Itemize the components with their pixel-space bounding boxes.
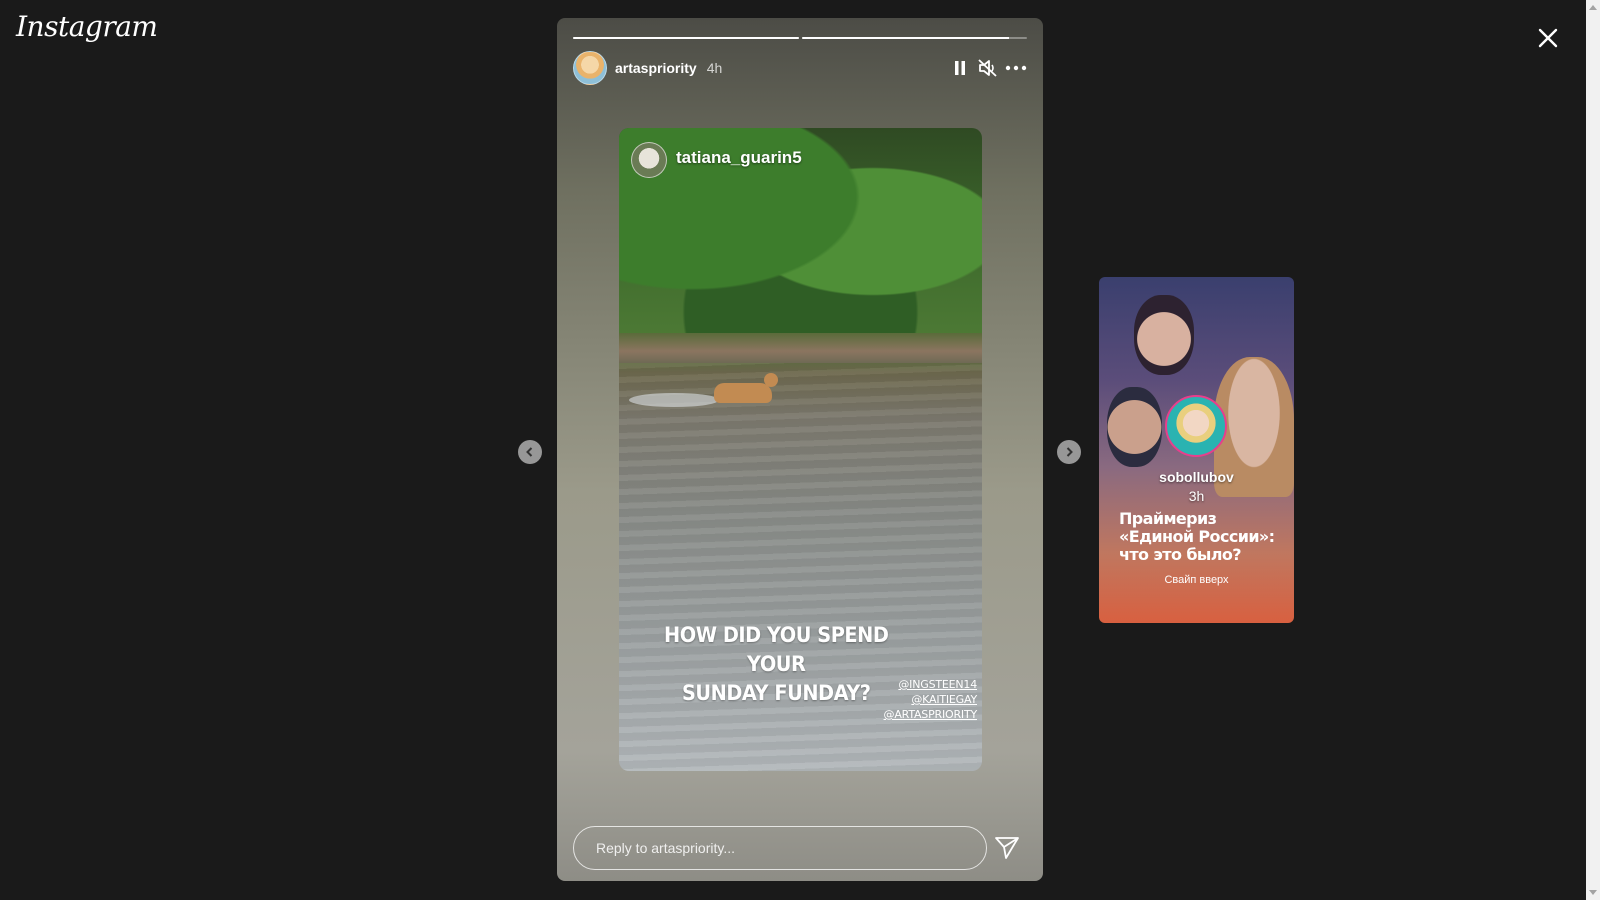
next-story-preview[interactable]: sobollubov 3h Праймериз «Единой России»:… <box>1099 277 1294 623</box>
progress-fill <box>573 37 799 39</box>
progress-segment <box>802 37 1027 39</box>
close-button[interactable] <box>1530 20 1566 56</box>
reply-input[interactable] <box>594 839 978 857</box>
story-timestamp: 4h <box>706 60 723 76</box>
instagram-logo[interactable]: Instagram <box>16 10 158 43</box>
tagged-account-link[interactable]: @KAITIEGAY <box>860 692 977 707</box>
next-story-button[interactable] <box>1057 440 1081 464</box>
send-button[interactable] <box>993 834 1021 862</box>
story-author-avatar[interactable] <box>573 51 607 85</box>
story-viewer[interactable]: artaspriority 4h tatiana_guarin5 HOW DID… <box>557 18 1043 881</box>
preview-person-image <box>1107 387 1162 467</box>
chevron-right-icon <box>1066 447 1073 457</box>
reply-field[interactable] <box>573 826 987 870</box>
scroll-up-arrow-icon[interactable] <box>1589 5 1597 10</box>
story-controls <box>949 57 1027 79</box>
dog-image <box>714 373 778 403</box>
page-scrollbar[interactable] <box>1586 0 1600 900</box>
progress-fill <box>802 37 1009 39</box>
next-story-avatar <box>1165 395 1227 457</box>
scroll-down-arrow-icon[interactable] <box>1589 890 1597 895</box>
story-author-username[interactable]: artaspriority <box>615 60 697 76</box>
close-icon <box>1538 28 1558 48</box>
mentioned-username[interactable]: tatiana_guarin5 <box>676 148 802 168</box>
next-story-timestamp: 3h <box>1188 488 1205 504</box>
tagged-accounts: @INGSTEEN14 @KAITIEGAY @ARTASPRIORITY <box>860 677 978 722</box>
story-progress-bar <box>573 37 1027 39</box>
mute-button[interactable] <box>977 57 999 79</box>
preview-person-image <box>1134 295 1194 375</box>
chevron-left-icon <box>526 447 533 457</box>
more-horizontal-icon <box>1005 65 1027 71</box>
water-splash-image <box>629 393 719 407</box>
pause-icon <box>955 61 965 75</box>
previous-story-button[interactable] <box>518 440 542 464</box>
riverbank-image <box>619 333 982 363</box>
send-icon <box>995 837 1019 859</box>
more-options-button[interactable] <box>1005 57 1027 79</box>
story-media: tatiana_guarin5 HOW DID YOU SPEND YOUR S… <box>619 128 982 771</box>
story-header: artaspriority 4h <box>573 51 1027 85</box>
headline-line: что это было? <box>1119 545 1242 564</box>
next-story-headline: Праймериз «Единой России»: что это было? <box>1119 510 1289 564</box>
mentioned-user-avatar[interactable] <box>631 142 667 178</box>
headline-line: «Единой России»: <box>1119 527 1275 546</box>
caption-line: HOW DID YOU SPEND YOUR <box>664 623 889 676</box>
next-story-username: sobollubov <box>1159 469 1234 485</box>
tagged-account-link[interactable]: @INGSTEEN14 <box>860 677 977 692</box>
tagged-account-link[interactable]: @ARTASPRIORITY <box>860 707 978 722</box>
muted-speaker-icon <box>978 59 997 77</box>
swipe-up-label: Свайп вверх <box>1164 574 1229 586</box>
pause-button[interactable] <box>949 57 971 79</box>
headline-line: Праймериз <box>1119 509 1217 528</box>
progress-segment <box>573 37 799 39</box>
